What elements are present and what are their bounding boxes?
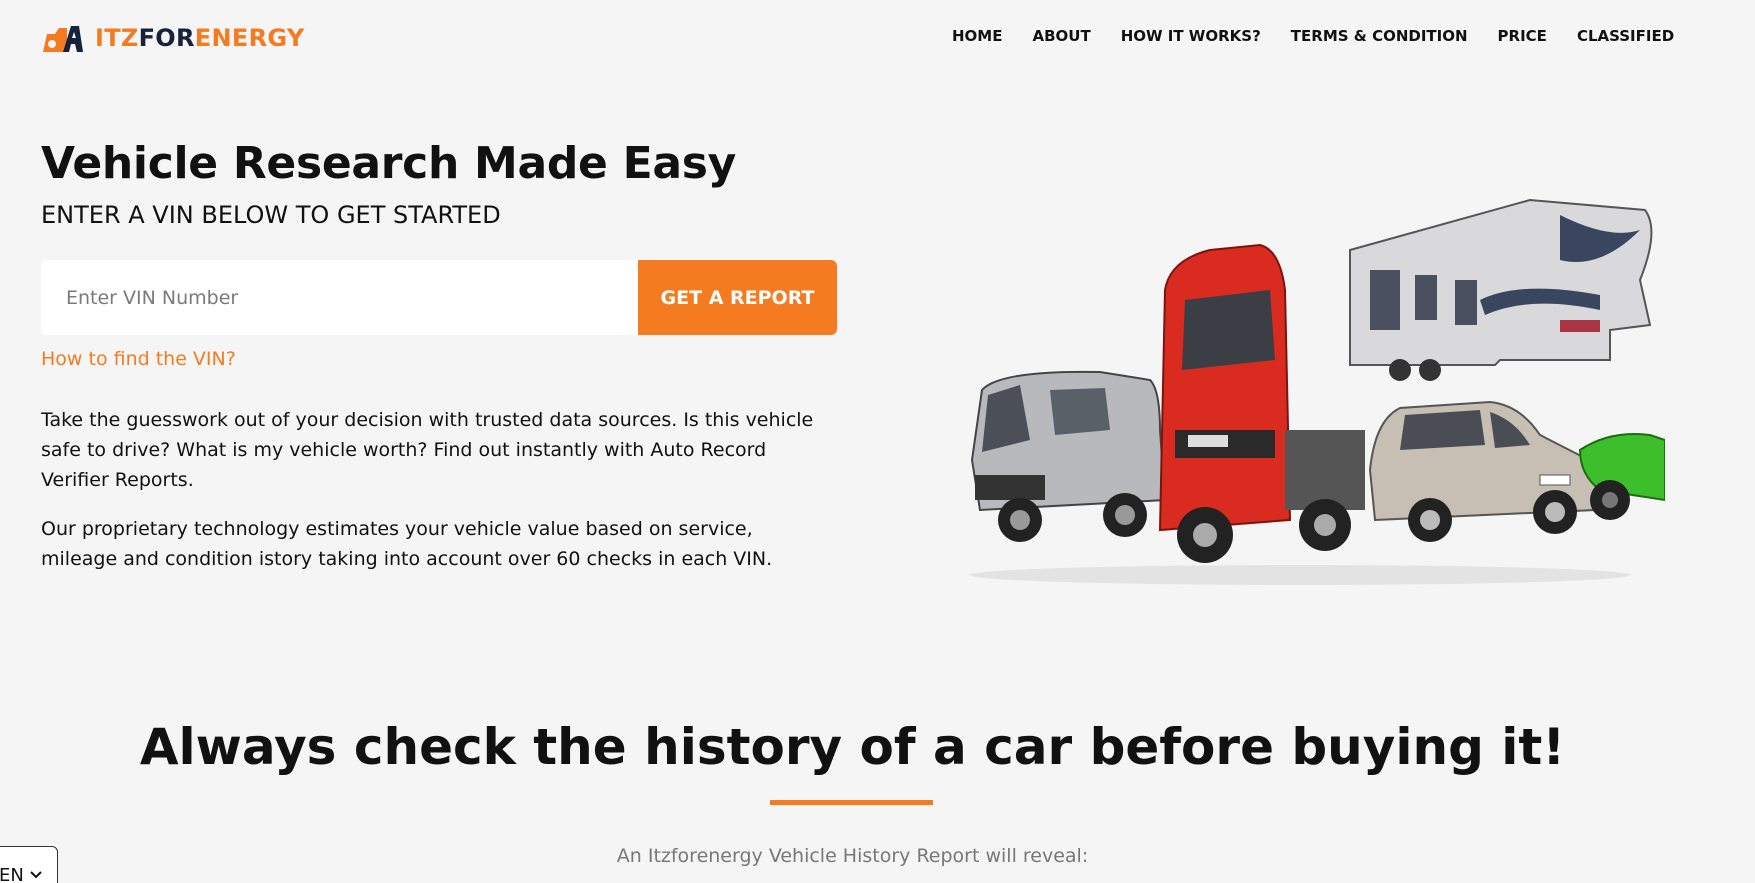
get-report-button[interactable]: GET A REPORT: [638, 260, 837, 335]
logo-wordmark: ITZFORENERGY: [95, 24, 305, 52]
site-logo[interactable]: ITZFORENERGY: [41, 22, 305, 54]
language-selected: EN: [0, 865, 24, 883]
logo-text-itz: ITZ: [95, 24, 139, 52]
vin-input[interactable]: [41, 260, 638, 335]
rv-trailer-image: [1349, 198, 1653, 381]
logo-text-energy: ENERGY: [194, 24, 305, 52]
site-header: ITZFORENERGY HOME ABOUT HOW IT WORKS? TE…: [0, 0, 1755, 76]
van-image: [970, 370, 1167, 542]
car-image: [1368, 400, 1598, 542]
motorcycle-image: [1578, 433, 1665, 520]
section-title-underline: [770, 800, 933, 805]
logo-icon: [43, 26, 83, 52]
vin-search-form: GET A REPORT: [41, 260, 837, 335]
section-title: Always check the history of a car before…: [139, 718, 1566, 776]
nav-classified[interactable]: CLASSIFIED: [1577, 27, 1674, 45]
nav-price[interactable]: PRICE: [1498, 27, 1547, 45]
logo-text-for: FOR: [138, 24, 195, 52]
nav-home[interactable]: HOME: [952, 27, 1002, 45]
hero-paragraph-1: Take the guesswork out of your decision …: [41, 409, 814, 491]
truck-image: [1158, 243, 1365, 563]
nav-how-it-works[interactable]: HOW IT WORKS?: [1121, 27, 1261, 45]
language-selector[interactable]: EN: [0, 846, 58, 883]
hero-paragraph-2: Our proprietary technology estimates you…: [41, 518, 773, 570]
section-subtitle: An Itzforenergy Vehicle History Report w…: [616, 845, 1089, 867]
main-nav: HOME ABOUT HOW IT WORKS? TERMS & CONDITI…: [952, 27, 1674, 45]
find-vin-link[interactable]: How to find the VIN?: [41, 348, 236, 370]
hero-title: Vehicle Research Made Easy: [41, 138, 737, 189]
nav-terms[interactable]: TERMS & CONDITION: [1291, 27, 1468, 45]
chevron-down-icon: [30, 871, 42, 879]
vehicles-illustration: [970, 198, 1665, 585]
hero-subtitle: ENTER A VIN BELOW TO GET STARTED: [41, 201, 501, 229]
nav-about[interactable]: ABOUT: [1032, 27, 1090, 45]
